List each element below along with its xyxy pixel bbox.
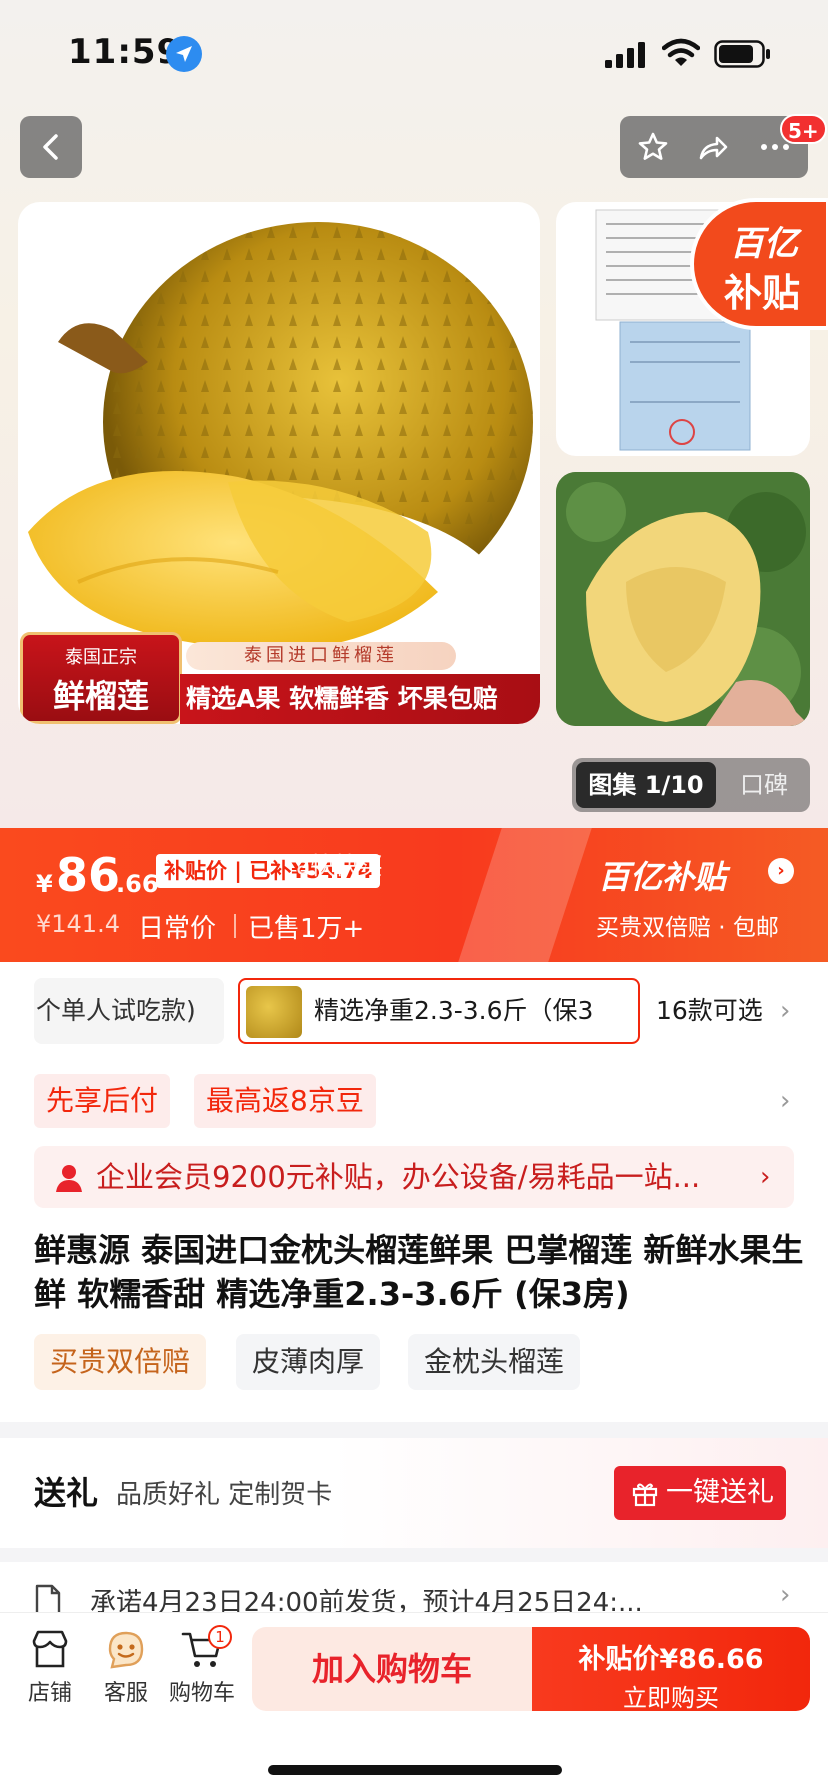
main-product-image[interactable]: 泰国正宗 鲜榴莲 泰国进口鲜榴莲 精选A果 软糯鲜香 坏果包赔 — [18, 202, 540, 724]
store-label: 店铺 — [27, 1681, 72, 1706]
product-gallery-area: 11:59 5+ 泰国正宗 鲜榴莲 泰国进口鲜榴莲 精选A果 软糯鲜香 坏果包赔… — [0, 0, 828, 828]
chevron-right-icon[interactable]: › — [768, 858, 794, 884]
star-icon — [638, 132, 668, 160]
spec-thumbnail — [246, 986, 302, 1038]
wifi-icon — [662, 38, 700, 66]
battery-icon — [714, 40, 770, 68]
feature-tags: 买贵双倍赔 皮薄肉厚 金枕头榴莲 — [0, 1334, 828, 1390]
sold-count: 已售1万+ — [248, 914, 365, 944]
send-gift-button[interactable]: 一键送礼 — [614, 1466, 786, 1520]
notification-badge: 5+ — [780, 114, 827, 144]
subsidy-corner-line1: 百亿 — [730, 224, 798, 264]
gift-title: 送礼 — [34, 1474, 99, 1512]
customer-service-label: 客服 — [103, 1681, 148, 1706]
home-indicator[interactable] — [268, 1765, 562, 1775]
price-integer: 86 — [56, 848, 121, 902]
cart-label: 购物车 — [168, 1681, 235, 1706]
cart-button[interactable]: 1 购物车 — [164, 1625, 240, 1727]
user-icon — [56, 1165, 82, 1192]
decorative-slash — [458, 828, 592, 962]
chevron-right-icon[interactable]: › — [780, 978, 790, 1044]
status-time: 11:59 — [68, 32, 182, 72]
origin-banner: 泰国正宗 鲜榴莲 — [20, 632, 182, 724]
store-icon — [32, 1630, 68, 1668]
original-price: ¥141.4 — [36, 910, 120, 938]
spec-count[interactable]: 16款可选 — [656, 978, 763, 1044]
store-button[interactable]: 店铺 — [12, 1627, 88, 1727]
location-arrow-icon — [166, 36, 202, 72]
subsidy-program-title[interactable]: 百亿补贴 — [598, 852, 726, 898]
origin-banner-small: 泰国正宗 — [65, 647, 137, 668]
chevron-right-icon: › — [780, 1580, 791, 1610]
promotion-row[interactable]: 先享后付 最高返8京豆 › — [0, 1070, 828, 1134]
selling-points-banner: 精选A果 软糯鲜香 坏果包赔 — [180, 674, 540, 724]
durian-flesh-image — [556, 472, 810, 726]
tab-reviews[interactable]: 口碑 — [722, 762, 806, 808]
chevron-right-icon: › — [760, 1162, 771, 1192]
overlay-caption: a快快买 — [296, 852, 383, 880]
divider — [234, 914, 236, 938]
status-bar: 11:59 — [0, 0, 828, 100]
feature-tag-guarantee: 买贵双倍赔 — [34, 1334, 207, 1390]
bottom-action-bar: 店铺 客服 1 购物车 加入购物车 补贴价¥86.66 立即购买 — [0, 1612, 828, 1792]
thumbnail-flesh[interactable] — [556, 472, 810, 726]
favorite-button[interactable] — [622, 116, 684, 178]
price-currency: ¥ — [36, 870, 53, 898]
customer-service-icon — [108, 1631, 144, 1669]
spec-selector: 个单人试吃款) 精选净重2.3-3.6斤（保3 16款可选 › — [0, 962, 828, 1064]
subsidy-program-subtitle: 买贵双倍赔 · 包邮 — [596, 915, 779, 941]
share-button[interactable] — [682, 116, 744, 178]
send-gift-label: 一键送礼 — [666, 1477, 774, 1508]
buy-price: 补贴价¥86.66 — [578, 1644, 764, 1675]
subsidy-corner-line2: 补贴 — [724, 271, 801, 315]
enterprise-member-bar[interactable]: 企业会员9200元补贴，办公设备/易耗品一站... › — [34, 1146, 794, 1208]
gift-icon — [632, 1483, 658, 1507]
add-to-cart-button[interactable]: 加入购物车 — [252, 1627, 532, 1711]
gallery-tabs: 图集 1/10 口碑 — [572, 758, 810, 812]
price-decimal: .66 — [116, 870, 159, 898]
gift-section: 送礼 品质好礼 定制贺卡 一键送礼 — [0, 1438, 828, 1548]
chevron-right-icon[interactable]: › — [780, 1074, 790, 1128]
buy-now-label: 立即购买 — [623, 1684, 719, 1712]
import-banner: 泰国进口鲜榴莲 — [186, 642, 456, 670]
share-icon — [699, 136, 728, 160]
spec-option-label: 精选净重2.3-3.6斤（保3 — [314, 996, 594, 1025]
tab-gallery[interactable]: 图集 1/10 — [576, 762, 716, 808]
price-strip: ¥ 86 .66 补贴价 | 已补¥54.74 a快快买 ¥141.4 日常价 … — [0, 828, 828, 962]
spec-option-previous[interactable]: 个单人试吃款) — [34, 978, 224, 1044]
product-title: 鲜惠源 泰国进口金枕头榴莲鲜果 巴掌榴莲 新鲜水果生鲜 软糯香甜 精选净重2.3… — [34, 1231, 804, 1313]
original-price-label: 日常价 — [138, 914, 217, 944]
feature-tag-thin-skin: 皮薄肉厚 — [236, 1334, 381, 1390]
customer-service-button[interactable]: 客服 — [88, 1627, 164, 1727]
section-divider — [0, 1548, 828, 1562]
cellular-signal-icon — [605, 42, 645, 68]
promo-tag-pay-later: 先享后付 — [34, 1074, 171, 1128]
subsidy-corner-badge: 百亿 补贴 — [690, 198, 828, 330]
origin-banner-big: 鲜榴莲 — [52, 677, 149, 715]
enterprise-member-text: 企业会员9200元补贴，办公设备/易耗品一站... — [96, 1160, 701, 1194]
section-divider — [0, 1422, 828, 1438]
chevron-left-icon — [43, 134, 58, 160]
cart-count-badge: 1 — [208, 1625, 232, 1649]
feature-tag-variety: 金枕头榴莲 — [408, 1334, 581, 1390]
gift-subtitle: 品质好礼 定制贺卡 — [116, 1480, 333, 1510]
spec-option-selected[interactable]: 精选净重2.3-3.6斤（保3 — [238, 978, 640, 1044]
buy-now-button[interactable]: 补贴价¥86.66 立即购买 — [532, 1627, 810, 1712]
back-button[interactable] — [20, 116, 82, 178]
promo-tag-jingdou: 最高返8京豆 — [194, 1074, 376, 1128]
